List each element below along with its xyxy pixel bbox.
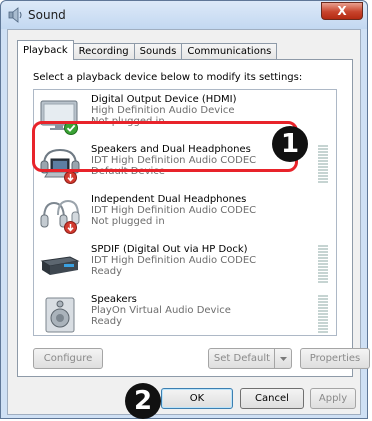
device-driver: High Definition Audio Device (91, 105, 235, 116)
device-driver: IDT High Definition Audio CODEC (91, 205, 257, 216)
volume-level-meter (318, 295, 328, 333)
device-name: SPDIF (Digital Out via HP Dock) (91, 244, 248, 255)
set-default-label: Set Default (213, 353, 271, 364)
speaker-app-icon (8, 7, 22, 23)
device-status: Ready (91, 266, 123, 277)
tab-recording[interactable]: Recording (72, 43, 135, 60)
dock-icon (40, 256, 80, 275)
device-driver: PlayOn Virtual Audio Device (91, 305, 231, 316)
close-button[interactable]: X (321, 2, 363, 20)
set-default-button[interactable]: Set Default (208, 348, 292, 369)
tab-playback[interactable]: Playback (17, 40, 74, 60)
instruction-text: Select a playback device below to modify… (33, 72, 303, 83)
volume-level-meter (318, 145, 328, 183)
device-name: Digital Output Device (HDMI) (91, 94, 237, 105)
device-item-independent-headphones[interactable]: Independent Dual Headphones IDT High Def… (34, 191, 336, 239)
properties-button[interactable]: Properties (300, 348, 370, 369)
speaker-icon (45, 297, 75, 333)
tab-communications[interactable]: Communications (181, 43, 278, 60)
highlight-ring (32, 121, 298, 172)
device-status: Ready (91, 316, 123, 327)
device-driver: IDT High Definition Audio CODEC (91, 255, 257, 266)
dialog-body: Playback Recording Sounds Communications… (7, 29, 370, 419)
device-name: Speakers (91, 294, 137, 305)
device-status: Not plugged in (91, 216, 165, 227)
device-name: Independent Dual Headphones (91, 194, 247, 205)
chevron-down-icon[interactable] (274, 349, 291, 368)
callout-badge-1: 1 (272, 126, 308, 162)
red-down-arrow-icon (64, 171, 77, 184)
configure-button[interactable]: Configure (33, 348, 103, 369)
window-title: Sound (28, 8, 66, 22)
sound-dialog: Sound X Playback Recording Sounds Commun… (0, 0, 370, 419)
volume-level-meter (318, 245, 328, 283)
device-item-speakers[interactable]: Speakers PlayOn Virtual Audio Device Rea… (34, 291, 336, 335)
ok-button[interactable]: OK (161, 388, 233, 409)
device-item-spdif[interactable]: SPDIF (Digital Out via HP Dock) IDT High… (34, 241, 336, 289)
tab-sounds[interactable]: Sounds (133, 43, 183, 60)
callout-badge-2: 2 (125, 383, 161, 419)
apply-button[interactable]: Apply (310, 388, 356, 409)
cancel-button[interactable]: Cancel (240, 388, 304, 409)
title-bar[interactable]: Sound X (1, 1, 367, 29)
tab-strip: Playback Recording Sounds Communications (17, 40, 278, 60)
red-down-arrow-icon (64, 221, 77, 234)
playback-panel: Select a playback device below to modify… (17, 59, 370, 377)
